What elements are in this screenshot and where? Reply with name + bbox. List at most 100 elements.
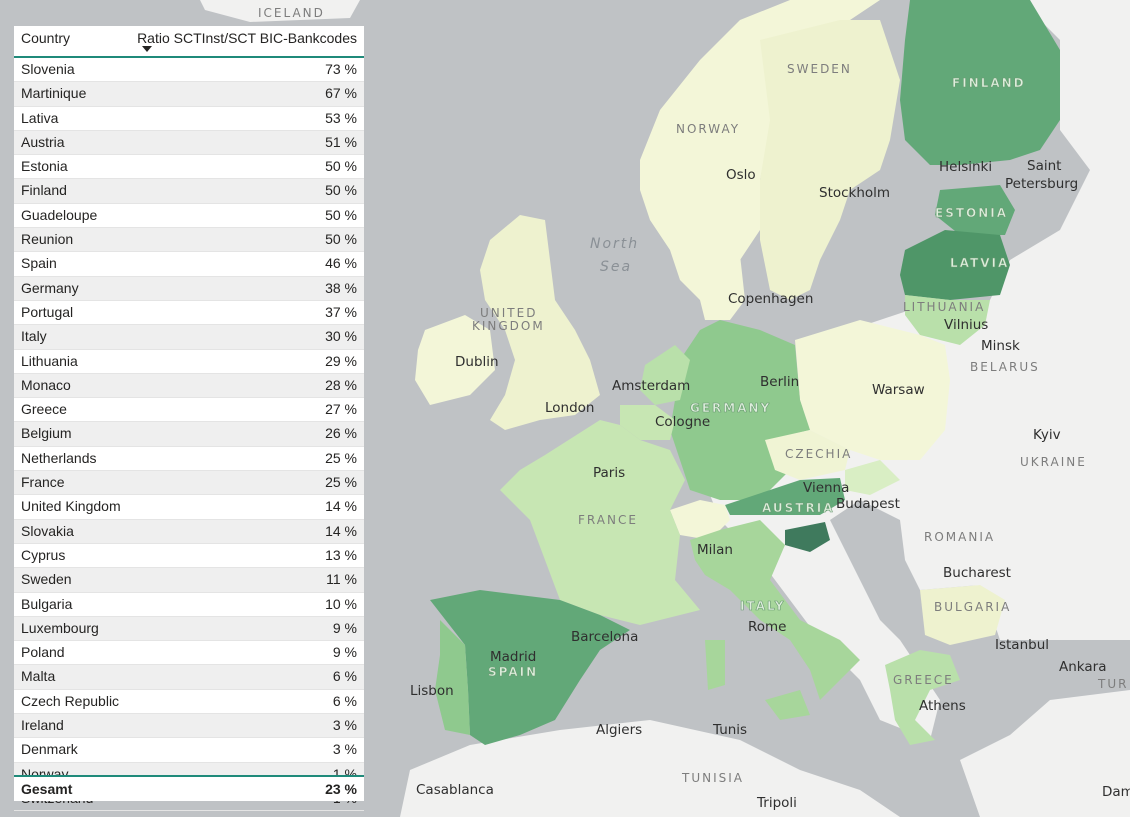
city-label-kyiv: Kyiv [1033,427,1061,443]
ratio-cell: 25 % [325,449,357,466]
table-row[interactable]: Sweden 11 % [14,568,364,593]
city-label-stockholm: Stockholm [819,185,890,201]
city-label-barcelona: Barcelona [571,629,638,645]
city-label-helsinki: Helsinki [939,159,992,175]
ratio-cell: 67 % [325,85,357,102]
table-row[interactable]: Portugal 37 % [14,301,364,326]
table-row[interactable]: Netherlands 25 % [14,447,364,472]
ratio-cell: 9 % [332,644,357,661]
ratio-cell: 11 % [326,571,357,588]
country-cell: Slovakia [21,522,74,539]
city-label-bucharest: Bucharest [943,565,1011,581]
country-label-norway: NORWAY [676,122,740,136]
country-cell: Belgium [21,425,72,442]
table-row[interactable]: Lativa 53 % [14,107,364,131]
country-label-tunisia: TUNISIA [681,771,744,785]
table-row[interactable]: Ireland 3 % [14,714,364,739]
sort-descending-icon[interactable] [142,46,152,52]
ratio-cell: 10 % [325,595,357,612]
country-cell: Finland [21,182,67,199]
table-row[interactable]: Martinique 67 % [14,82,364,107]
city-label-vilnius: Vilnius [944,317,988,333]
table-row[interactable]: Guadeloupe 50 % [14,204,364,229]
ratio-table: Country Ratio SCTInst/SCT BIC-Bankcodes … [14,26,364,812]
country-cell: Slovenia [21,61,75,77]
ratio-cell: 37 % [325,303,357,320]
ratio-cell: 25 % [325,474,357,491]
table-row[interactable]: Denmark 3 % [14,738,364,763]
column-header-country[interactable]: Country [21,30,70,46]
country-label-romania: ROMANIA [924,530,995,544]
table-row[interactable]: Estonia 50 % [14,155,364,180]
total-label: Gesamt [21,781,73,797]
table-row[interactable]: Poland 9 % [14,641,364,666]
city-label-ankara: Ankara [1059,659,1106,675]
table-row[interactable]: Monaco 28 % [14,373,364,399]
table-row[interactable]: Greece 27 % [14,398,364,423]
table-row[interactable]: Bulgaria 10 % [14,593,364,617]
table-row[interactable]: Luxembourg 9 % [14,616,364,642]
city-label-istanbul: Istanbul [995,637,1049,653]
country-label-germany: GERMANY [690,401,771,415]
table-row[interactable]: Malta 6 % [14,665,364,690]
table-row[interactable]: Slovakia 14 % [14,519,364,544]
ratio-cell: 51 % [325,133,357,150]
country-cell: Netherlands [21,449,97,466]
table-row[interactable]: Austria 51 % [14,130,364,156]
country-cell: Ireland [21,717,64,734]
country-label-lithuania: LITHUANIA [903,300,985,314]
table-row[interactable]: Lithuania 29 % [14,350,364,374]
city-label-dam: Dam [1102,784,1130,800]
city-label-dublin: Dublin [455,354,499,370]
city-label-rome: Rome [748,619,787,635]
table-row[interactable]: Germany 38 % [14,276,364,301]
city-label-warsaw: Warsaw [872,382,925,398]
table-body: Slovenia 73 % Martinique 67 % Lativa 53 % Aust… [14,58,364,812]
country-label-latvia: LATVIA [950,256,1009,270]
table-row[interactable]: United Kingdom 14 % [14,495,364,520]
island-sardinia [705,640,725,690]
city-label-oslo: Oslo [726,167,756,183]
country-cell: United Kingdom [21,498,121,515]
country-label-spain: SPAIN [488,665,538,679]
city-label-lisbon: Lisbon [410,683,454,699]
city-label-vienna: Vienna [803,480,849,496]
column-header-ratio[interactable]: Ratio SCTInst/SCT BIC-Bankcodes [137,30,357,46]
city-label-paris: Paris [593,465,625,481]
total-value: 23 % [325,781,357,797]
country-cell: Reunion [21,231,74,248]
ratio-cell: 50 % [325,206,357,223]
table-row[interactable]: Czech Republic 6 % [14,690,364,715]
country-cell: Luxembourg [21,619,99,636]
table-row[interactable]: France 25 % [14,471,364,496]
city-label-minsk: Minsk [981,338,1020,354]
country-label-france: FRANCE [578,513,638,527]
ratio-cell: 28 % [325,376,357,393]
table-row[interactable]: Spain 46 % [14,252,364,277]
city-label-budapest: Budapest [836,496,900,512]
country-cell: Denmark [21,741,78,758]
country-cell: Monaco [21,376,71,393]
table-row[interactable]: Slovenia 73 % [14,58,364,83]
country-cell: Portugal [21,303,74,320]
ratio-cell: 14 % [325,522,357,539]
country-label-czechia: CZECHIA [785,447,852,461]
city-label-amsterdam: Amsterdam [612,378,690,394]
sea-label-sea: Sea [600,259,632,275]
ratio-cell: 9 % [332,619,357,636]
table-row[interactable]: Cyprus 13 % [14,544,364,569]
country-cell: Cyprus [21,546,66,563]
ratio-cell: 30 % [325,328,357,345]
city-label-madrid: Madrid [490,649,536,665]
country-cell: Martinique [21,85,87,102]
country-cell: Malta [21,668,56,685]
country-label-belarus: BELARUS [970,360,1040,374]
table-row[interactable]: Belgium 26 % [14,422,364,447]
country-cell: Guadeloupe [21,206,98,223]
table-row[interactable]: Finland 50 % [14,179,364,204]
table-row[interactable]: Italy 30 % [14,325,364,350]
country-cell: Lithuania [21,352,78,369]
ratio-cell: 3 % [332,741,357,758]
country-label-austria: AUSTRIA [762,501,834,515]
table-row[interactable]: Reunion 50 % [14,228,364,253]
